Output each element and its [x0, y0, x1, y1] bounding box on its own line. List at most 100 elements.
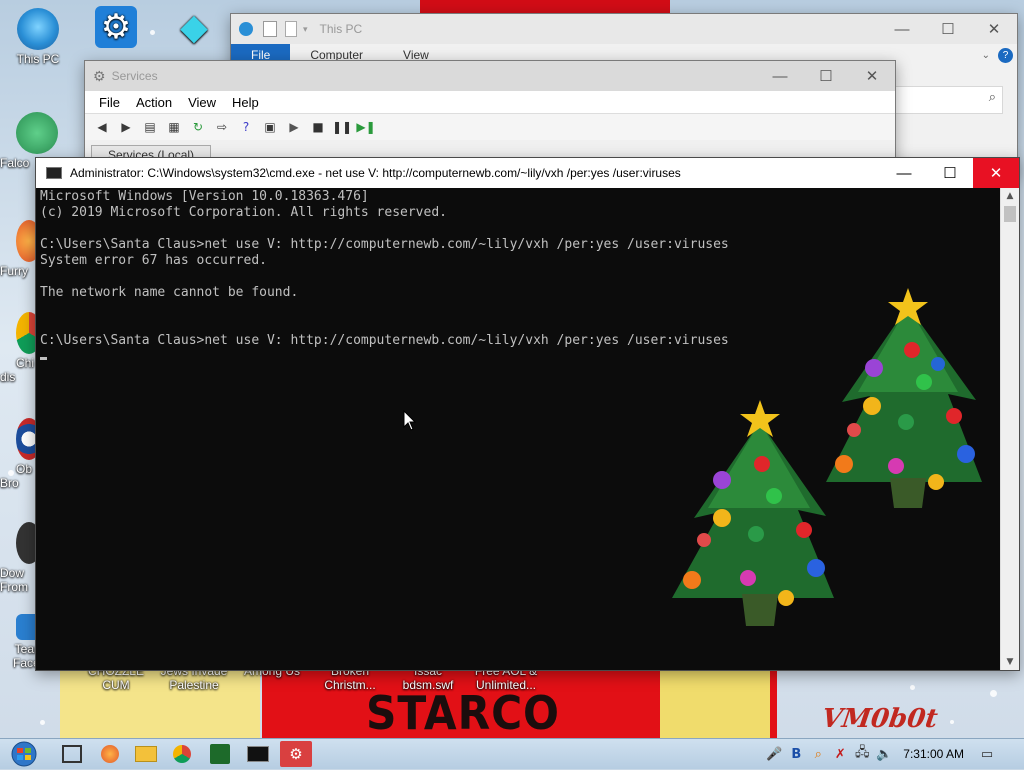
cmd-app-icon — [46, 167, 62, 179]
console-line: System error 67 has occurred. — [40, 253, 267, 268]
gear-icon: ⚙ — [95, 6, 137, 48]
folder-icon — [135, 746, 157, 762]
text-cursor — [40, 357, 47, 360]
scroll-up-icon[interactable]: ▲ — [1001, 188, 1019, 204]
menu-view[interactable]: View — [180, 95, 224, 110]
explorer-title: This PC — [319, 22, 363, 36]
clock[interactable]: 7:31:00 AM — [903, 747, 964, 761]
this-pc-icon — [17, 8, 59, 50]
taskbar-firefox[interactable] — [94, 741, 126, 767]
taskbar-services[interactable]: ⚙ — [280, 741, 312, 767]
wallpaper-yellow-shape-right — [660, 668, 770, 740]
services-gear-icon: ⚙ — [289, 745, 303, 763]
maximize-button[interactable]: ☐ — [925, 14, 971, 44]
services-window[interactable]: ⚙ Services — ☐ ✕ File Action View Help ◀… — [84, 60, 896, 172]
scroll-down-icon[interactable]: ▼ — [1001, 654, 1019, 670]
desktop-icon-settings[interactable]: ⚙ — [80, 6, 152, 50]
taskbar-file-explorer[interactable] — [130, 741, 162, 767]
tray-icon[interactable]: 🎤 — [765, 745, 783, 763]
desktop-icon-this-pc[interactable]: This PC — [2, 8, 74, 66]
diamond-icon: ◆ — [180, 6, 208, 47]
tray-icon[interactable]: ⌕ — [809, 745, 827, 763]
minimize-button[interactable]: — — [881, 158, 927, 188]
minimize-button[interactable]: — — [757, 61, 803, 91]
tray-icon[interactable]: ✗ — [831, 745, 849, 763]
mouse-pointer-icon — [403, 410, 417, 431]
show-hide-tree-icon[interactable]: ▤ — [141, 118, 159, 136]
cmd-titlebar[interactable]: Administrator: C:\Windows\system32\cmd.e… — [36, 158, 1019, 188]
menu-help[interactable]: Help — [224, 95, 267, 110]
console-line: (c) 2019 Microsoft Corporation. All righ… — [40, 205, 447, 220]
services-titlebar[interactable]: ⚙ Services — ☐ ✕ — [85, 61, 895, 91]
watermark: VM0b0t — [819, 704, 940, 734]
notifications-icon[interactable]: ▭ — [978, 745, 996, 763]
taskbar: ⚙ 🎤 B ⌕ ✗ 🖧 🔈 7:31:00 AM ▭ — [0, 738, 1024, 769]
tray-icon[interactable]: B — [787, 745, 805, 763]
properties-icon[interactable]: ▦ — [165, 118, 183, 136]
restart-service-icon[interactable]: ▶❚ — [356, 118, 375, 136]
expand-ribbon-icon[interactable]: ⌄ — [982, 50, 990, 61]
cmd-title: Administrator: C:\Windows\system32\cmd.e… — [70, 166, 681, 180]
help-icon[interactable]: ? — [998, 47, 1013, 63]
app-icon — [210, 744, 230, 764]
pause-service-icon[interactable]: ❚❚ — [332, 118, 352, 136]
quick-access-properties-icon[interactable] — [263, 21, 277, 37]
christmas-tree-left — [672, 400, 834, 626]
wallpaper-title: STARCO — [366, 686, 560, 740]
maximize-button[interactable]: ☐ — [803, 61, 849, 91]
help-icon[interactable]: ? — [237, 118, 255, 136]
desktop-icon-label: Furry — [0, 264, 28, 278]
back-arrow-icon[interactable]: ◀ — [93, 118, 111, 136]
desktop-icon-label: This PC — [16, 52, 60, 66]
search-icon: ⌕ — [988, 90, 996, 105]
desktop-icon-download[interactable]: Dow From — [0, 522, 42, 594]
windows-logo-icon — [11, 741, 37, 767]
tray-icon[interactable]: 🖧 — [853, 745, 871, 763]
taskbar-chrome[interactable] — [166, 741, 198, 767]
services-toolbar: ◀ ▶ ▤ ▦ ↻ ⇨ ? ▣ ▶ ■ ❚❚ ▶❚ — [85, 114, 895, 140]
taskbar-cmd[interactable] — [242, 741, 274, 767]
desktop-icon-obama[interactable]: Ob Bro — [0, 418, 42, 490]
stop-service-icon[interactable]: ■ — [309, 118, 327, 136]
console-tree-icon[interactable]: ▣ — [261, 118, 279, 136]
cmd-icon — [247, 746, 269, 762]
taskbar-app-green[interactable] — [204, 741, 236, 767]
task-view-icon — [62, 745, 82, 763]
vertical-scrollbar[interactable]: ▲ ▼ — [1000, 188, 1019, 670]
task-view-button[interactable] — [56, 741, 88, 767]
console-line: Microsoft Windows [Version 10.0.18363.47… — [40, 189, 369, 204]
desktop-icon-label: Falco — [0, 156, 30, 170]
firefox-icon — [101, 745, 119, 763]
start-service-icon[interactable]: ▶ — [285, 118, 303, 136]
system-tray: 🎤 B ⌕ ✗ 🖧 🔈 7:31:00 AM ▭ — [763, 739, 1024, 769]
quick-access-dropdown-icon[interactable]: ▾ — [303, 24, 308, 35]
desktop-icon-furry[interactable]: Furry — [0, 220, 42, 278]
console-line: C:\Users\Santa Claus>net use V: http://c… — [40, 237, 729, 252]
explorer-app-icon — [239, 22, 253, 36]
maximize-button[interactable]: ☐ — [927, 158, 973, 188]
close-button[interactable]: ✕ — [849, 61, 895, 91]
refresh-icon[interactable]: ↻ — [189, 118, 207, 136]
explorer-titlebar[interactable]: ▾ This PC — ☐ ✕ — [231, 14, 1017, 44]
desktop-icon-label: Dow From — [0, 566, 28, 594]
services-title: Services — [111, 69, 158, 83]
menu-file[interactable]: File — [91, 95, 128, 110]
export-list-icon[interactable]: ⇨ — [213, 118, 231, 136]
menu-action[interactable]: Action — [128, 95, 180, 110]
desktop-icon-falco[interactable]: Falco — [0, 112, 58, 170]
tray-icon[interactable]: 🔈 — [875, 745, 893, 763]
chrome-icon — [173, 745, 191, 763]
desktop-icon-gem[interactable]: ◆ — [158, 6, 230, 50]
forward-arrow-icon[interactable]: ▶ — [117, 118, 135, 136]
quick-access-new-icon[interactable] — [285, 21, 297, 37]
desktop-icon-label: Chi dis — [0, 356, 35, 384]
minimize-button[interactable]: — — [879, 14, 925, 44]
start-button[interactable] — [6, 741, 44, 767]
scrollbar-thumb[interactable] — [1004, 206, 1016, 222]
christmas-tree-right — [826, 288, 982, 508]
desktop-icon-chrome[interactable]: Chi dis — [0, 312, 42, 384]
close-button[interactable]: ✕ — [973, 158, 1019, 188]
recycle-bin-icon — [16, 112, 58, 154]
close-button[interactable]: ✕ — [971, 14, 1017, 44]
